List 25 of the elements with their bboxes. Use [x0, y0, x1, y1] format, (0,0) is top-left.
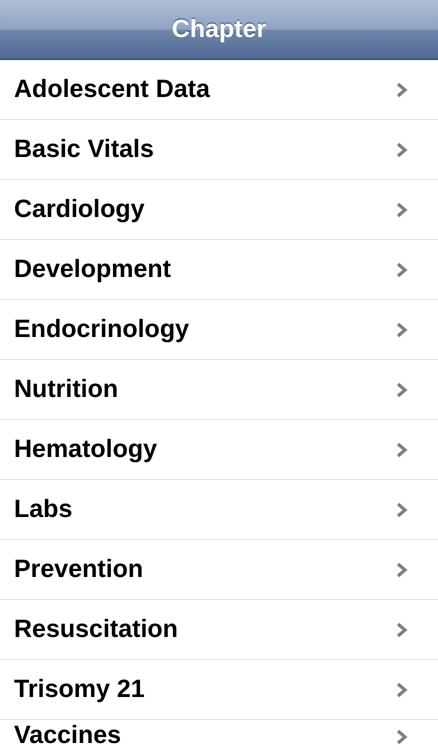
chapter-row[interactable]: Prevention	[0, 540, 438, 600]
chevron-right-icon	[396, 82, 408, 98]
chapter-row[interactable]: Adolescent Data	[0, 60, 438, 120]
chevron-right-icon	[396, 202, 408, 218]
chapter-row[interactable]: Labs	[0, 480, 438, 540]
chevron-right-icon	[396, 322, 408, 338]
chapter-row[interactable]: Vaccines	[0, 720, 438, 750]
chapter-row[interactable]: Cardiology	[0, 180, 438, 240]
chapter-row[interactable]: Trisomy 21	[0, 660, 438, 720]
chevron-right-icon	[396, 262, 408, 278]
chapter-row[interactable]: Hematology	[0, 420, 438, 480]
chevron-right-icon	[396, 502, 408, 518]
chevron-right-icon	[396, 622, 408, 638]
chevron-right-icon	[396, 142, 408, 158]
chapter-row[interactable]: Basic Vitals	[0, 120, 438, 180]
navigation-title: Chapter	[172, 14, 266, 45]
chevron-right-icon	[396, 442, 408, 458]
chevron-right-icon	[396, 562, 408, 578]
chevron-right-icon	[396, 682, 408, 698]
chevron-right-icon	[396, 382, 408, 398]
chapter-row[interactable]: Nutrition	[0, 360, 438, 420]
chapter-row[interactable]: Development	[0, 240, 438, 300]
chapter-row[interactable]: Endocrinology	[0, 300, 438, 360]
chapter-row[interactable]: Resuscitation	[0, 600, 438, 660]
chevron-right-icon	[396, 729, 408, 745]
